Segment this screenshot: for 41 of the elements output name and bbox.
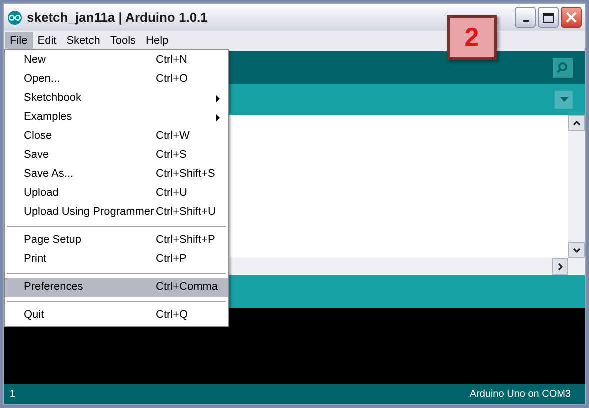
vertical-scrollbar[interactable]	[568, 115, 585, 258]
chevron-right-icon	[558, 262, 562, 270]
minimize-icon	[522, 20, 528, 22]
chevron-down-icon	[572, 248, 580, 252]
menu-item[interactable]: Upload Using Programmer Ctrl+Shift+U	[5, 203, 228, 222]
menu-bar-item[interactable]: Sketch	[62, 32, 106, 50]
maximize-button[interactable]	[538, 7, 559, 28]
maximize-icon	[543, 12, 554, 22]
step-badge: 2	[447, 15, 497, 60]
menu-item[interactable]: Preferences Ctrl+Comma	[5, 278, 228, 297]
app-logo-icon	[7, 10, 23, 24]
menu-item[interactable]: Save Ctrl+S	[5, 146, 228, 165]
close-button[interactable]	[561, 7, 582, 28]
line-number: 1	[10, 388, 16, 402]
menu-bar-item[interactable]: Edit	[32, 32, 62, 50]
menu-item[interactable]: Print Ctrl+P	[5, 250, 228, 269]
submenu-arrow-icon	[216, 94, 220, 102]
dropdown-arrow-icon	[560, 97, 568, 102]
chevron-up-icon	[572, 120, 580, 126]
menu-item[interactable]: Quit Ctrl+Q	[5, 306, 228, 325]
board-port-label: Arduino Uno on COM3	[470, 388, 572, 402]
menu-bar-item[interactable]: Help	[141, 32, 174, 50]
scroll-up-button[interactable]	[568, 115, 585, 131]
scroll-right-button[interactable]	[552, 258, 568, 275]
menu-item[interactable]: New Ctrl+N	[5, 51, 228, 70]
menu-item[interactable]: Sketchbook	[5, 89, 228, 108]
menu-item[interactable]: Save As... Ctrl+Shift+S	[5, 165, 228, 184]
minimize-button[interactable]	[515, 7, 536, 28]
menu-item[interactable]: Close Ctrl+W	[5, 127, 228, 146]
menu-item[interactable]: Examples	[5, 108, 228, 127]
menu-item[interactable]: Upload Ctrl+U	[5, 184, 228, 203]
magnifier-icon	[556, 62, 570, 74]
tab-menu-button[interactable]	[555, 90, 573, 108]
scroll-down-button[interactable]	[568, 242, 585, 258]
close-icon	[566, 12, 577, 23]
window-title: sketch_jan11a | Arduino 1.0.1	[27, 8, 208, 27]
menu-bar-item[interactable]: File	[5, 32, 33, 50]
menu-item[interactable]: Page Setup Ctrl+Shift+P	[5, 231, 228, 250]
submenu-arrow-icon	[216, 114, 220, 122]
menu-bar-item[interactable]: Tools	[105, 32, 142, 50]
menu-item[interactable]: Open... Ctrl+O	[5, 70, 228, 89]
